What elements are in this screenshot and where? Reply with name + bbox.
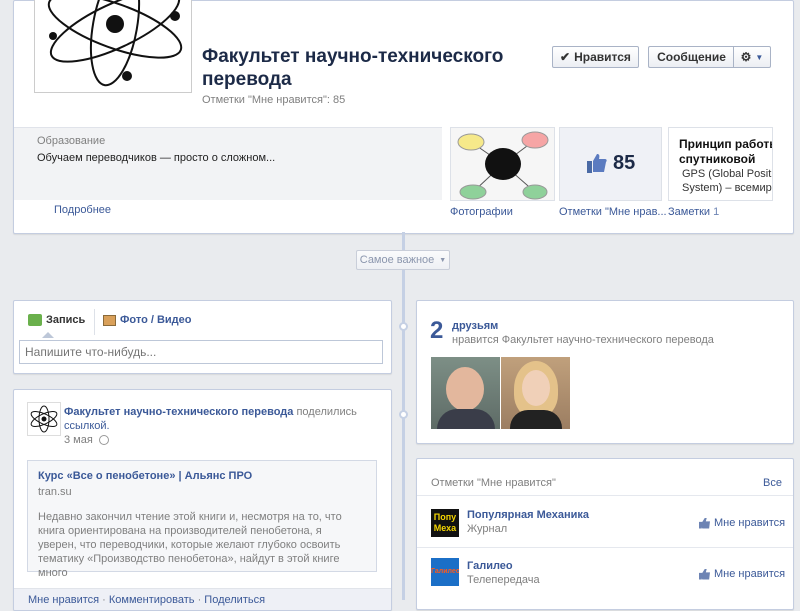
status-bubble-icon [28,314,42,326]
liked-page-thumb[interactable]: Галилео [431,558,459,586]
liked-page-like-label: Мне нравится [714,568,786,580]
post-author-link[interactable]: Факультет научно-технического перевода [64,406,293,418]
friends-like-card: 2 друзьям нравится Факультет научно-техн… [416,300,794,444]
notes-count: 1 [713,206,720,218]
liked-page-item: Галилео Галилео Телепередача Мне нравитс… [417,548,793,598]
header-divider [417,495,793,496]
shared-link-domain: tran.su [38,486,72,498]
composer-tab-post[interactable]: Запись [28,314,85,326]
friend-photo-1[interactable] [431,357,500,429]
post-date[interactable]: 3 мая [64,434,109,446]
page-likes-all-link[interactable]: Все [763,477,782,489]
profile-picture[interactable] [34,0,192,93]
friend-body-shape [510,410,562,429]
timeline-filter-dropdown[interactable]: Самое важное ▼ [356,250,450,270]
note-snippet-line-1: GPS (Global Positioni [682,168,772,180]
atom-logo-icon [30,405,58,433]
likes-app-label[interactable]: Отметки "Мне нрав... [559,206,667,218]
page-likes-card: Отметки "Мне нравится" Все Попу Меха Поп… [416,458,794,610]
about-more-link[interactable]: Подробнее [54,204,111,216]
liked-page-category: Телепередача [467,574,540,586]
composer-tab-divider [94,309,95,335]
composer-tab-post-label: Запись [46,314,86,326]
timeline-connector-dot [399,410,408,419]
like-page-button[interactable]: ✔ Нравится [552,46,639,68]
action-separator: · [194,594,205,606]
likes-app-tile[interactable]: 85 [559,127,662,201]
composer-tab-pointer [42,332,54,338]
page-likes-header: Отметки "Мне нравится" [431,477,556,489]
thumbs-up-icon [587,154,607,173]
photo-icon [103,314,116,326]
photos-label[interactable]: Фотографии [450,206,513,218]
liked-page-like-button[interactable]: Мне нравится [699,568,785,580]
friend-photo-2[interactable] [501,357,570,429]
liked-page-like-label: Мне нравится [714,517,786,529]
post-share-action[interactable]: Поделиться [204,594,265,606]
composer-tab-photo[interactable]: Фото / Видео [103,314,192,326]
liked-page-category: Журнал [467,523,508,535]
message-button[interactable]: Сообщение [648,46,734,68]
notes-label: Заметки [668,206,711,218]
chevron-down-icon: ▼ [439,256,447,264]
post-shared-text: поделились [296,406,357,418]
about-text: Обучаем переводчиков — просто о сложном.… [37,152,276,164]
liked-page-like-button[interactable]: Мне нравится [699,517,785,529]
page-header-card: Факультет научно-технического перевода О… [13,0,794,234]
post-author-avatar[interactable] [27,402,61,436]
liked-page-item: Попу Меха Популярная Механика Журнал Мне… [417,497,793,548]
thumbs-up-icon [699,517,710,529]
likes-app-count: 85 [613,152,636,174]
photos-thumbnail[interactable] [450,127,555,201]
composer-tab-photo-label: Фото / Видео [120,314,192,326]
mindmap-image-icon [457,131,549,200]
like-page-label: Нравится [574,50,631,64]
shared-link-description: Недавно закончил чтение этой книги и, не… [38,511,342,579]
friend-face-shape [522,370,550,406]
friends-word[interactable]: друзьям [452,320,498,332]
friends-count: 2 [430,317,444,344]
thumbs-up-icon [699,568,710,580]
note-title-line-2: спутниковой [679,152,756,166]
note-snippet-line-2: System) – всемирна [682,182,772,194]
notes-app-tile[interactable]: Принцип работы спутниковой GPS (Global P… [668,127,773,201]
gear-icon: ⚙ [740,50,752,64]
liked-page-name[interactable]: Популярная Механика [467,509,589,521]
globe-icon [98,435,109,445]
post-link-word[interactable]: ссылкой. [64,420,110,432]
likes-count-line: Отметки "Мне нравится": 85 [202,94,346,106]
friend-body-shape [437,409,495,429]
friends-subtext: нравится Факультет научно-технического п… [452,334,714,346]
checkmark-icon: ✔ [560,50,571,64]
page-title[interactable]: Факультет научно-технического перевода [202,45,542,91]
action-separator: · [99,594,109,606]
post-like-action[interactable]: Мне нравится [28,594,99,606]
liked-page-name[interactable]: Галилео [467,560,513,572]
chevron-down-icon: ▼ [755,52,764,62]
about-label: Образование [37,135,106,147]
post-date-text: 3 мая [64,434,93,446]
atom-logo-icon [47,0,183,87]
timeline-connector-dot [399,322,408,331]
composer-input[interactable] [19,340,383,364]
settings-dropdown-button[interactable]: ⚙ ▼ [733,46,771,68]
shared-link-preview[interactable]: Курс «Все о пенобетоне» | Альянс ПРО tra… [27,460,377,579]
composer-card: Запись Фото / Видео [13,300,392,374]
post-card: Факультет научно-технического перевода п… [13,389,392,611]
liked-page-thumb[interactable]: Попу Меха [431,509,459,537]
about-box: Образование Обучаем переводчиков — прост… [14,127,442,200]
message-label: Сообщение [657,50,726,64]
friend-face-shape [446,367,484,411]
note-title-line-1: Принцип работы [679,137,773,151]
filter-label: Самое важное [359,254,435,266]
notes-app-label[interactable]: Заметки 1 [668,206,719,218]
shared-link-title[interactable]: Курс «Все о пенобетоне» | Альянс ПРО [38,470,252,482]
post-comment-action[interactable]: Комментировать [109,594,195,606]
post-header-line: Факультет научно-технического перевода п… [64,405,374,433]
